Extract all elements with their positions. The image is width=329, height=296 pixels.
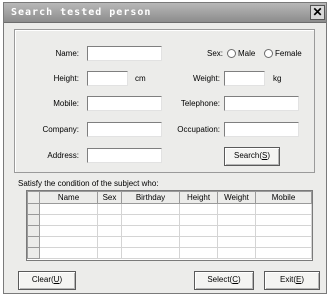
name-label: Name: [55,49,79,58]
title-bar[interactable]: Search tested person ✕ [4,3,326,23]
table-row[interactable] [27,225,312,237]
weight-field[interactable] [224,71,265,86]
mobile-field[interactable] [87,96,162,111]
weight-label: Weight: [193,74,220,83]
criteria-panel: Name: Sex: Male Female Height: cm Weight… [14,29,315,173]
exit-button-text: Exit( [279,275,296,284]
telephone-field[interactable] [224,96,299,111]
clear-button-end: ) [59,275,63,284]
table-row[interactable] [27,214,312,226]
row-header-corner [27,191,40,204]
column-header-mobile[interactable]: Mobile [255,191,312,204]
column-header-birthday[interactable]: Birthday [121,191,180,204]
table-header-row: Name Sex Birthday Height Weight Mobile [27,191,312,204]
search-button[interactable]: Search(S) [224,147,280,166]
search-button-end: ) [267,151,271,160]
company-label: Company: [42,125,79,134]
column-header-weight[interactable]: Weight [217,191,256,204]
company-field[interactable] [87,122,162,137]
clear-button-text: Clear( [31,275,54,284]
search-dialog: Search tested person ✕ Name: Sex: Male F… [3,2,327,294]
address-label: Address: [47,151,79,160]
weight-unit: kg [273,74,282,83]
female-radio[interactable] [264,49,273,58]
clear-button[interactable]: Clear(U) [18,271,76,290]
results-hint: Satisfy the condition of the subject who… [18,179,159,188]
table-row[interactable] [27,203,312,215]
sex-label: Sex: [206,49,223,58]
height-label: Height: [53,74,79,83]
search-button-text: Search( [233,151,262,160]
select-button[interactable]: Select(C) [194,271,254,290]
name-field[interactable] [87,46,162,61]
column-header-height[interactable]: Height [179,191,218,204]
height-field[interactable] [87,71,128,86]
select-button-end: ) [238,275,241,284]
male-label: Male [238,49,256,58]
telephone-label: Telephone: [180,99,220,108]
height-unit: cm [135,74,146,83]
window-title: Search tested person [11,7,152,18]
column-header-sex[interactable]: Sex [97,191,122,204]
occupation-label: Occupation: [177,125,220,134]
address-field[interactable] [87,148,162,163]
table-row[interactable] [27,247,312,259]
occupation-field[interactable] [224,122,299,137]
exit-button-end: ) [301,275,304,284]
exit-button[interactable]: Exit(E) [264,271,320,290]
table-row[interactable] [27,236,312,248]
mobile-label: Mobile: [53,99,79,108]
close-icon[interactable]: ✕ [310,5,325,20]
results-table[interactable]: Name Sex Birthday Height Weight Mobile [26,190,313,261]
female-label: Female [275,49,302,58]
select-button-text: Select( [207,275,233,284]
column-header-name[interactable]: Name [39,191,98,204]
male-radio[interactable] [227,49,236,58]
